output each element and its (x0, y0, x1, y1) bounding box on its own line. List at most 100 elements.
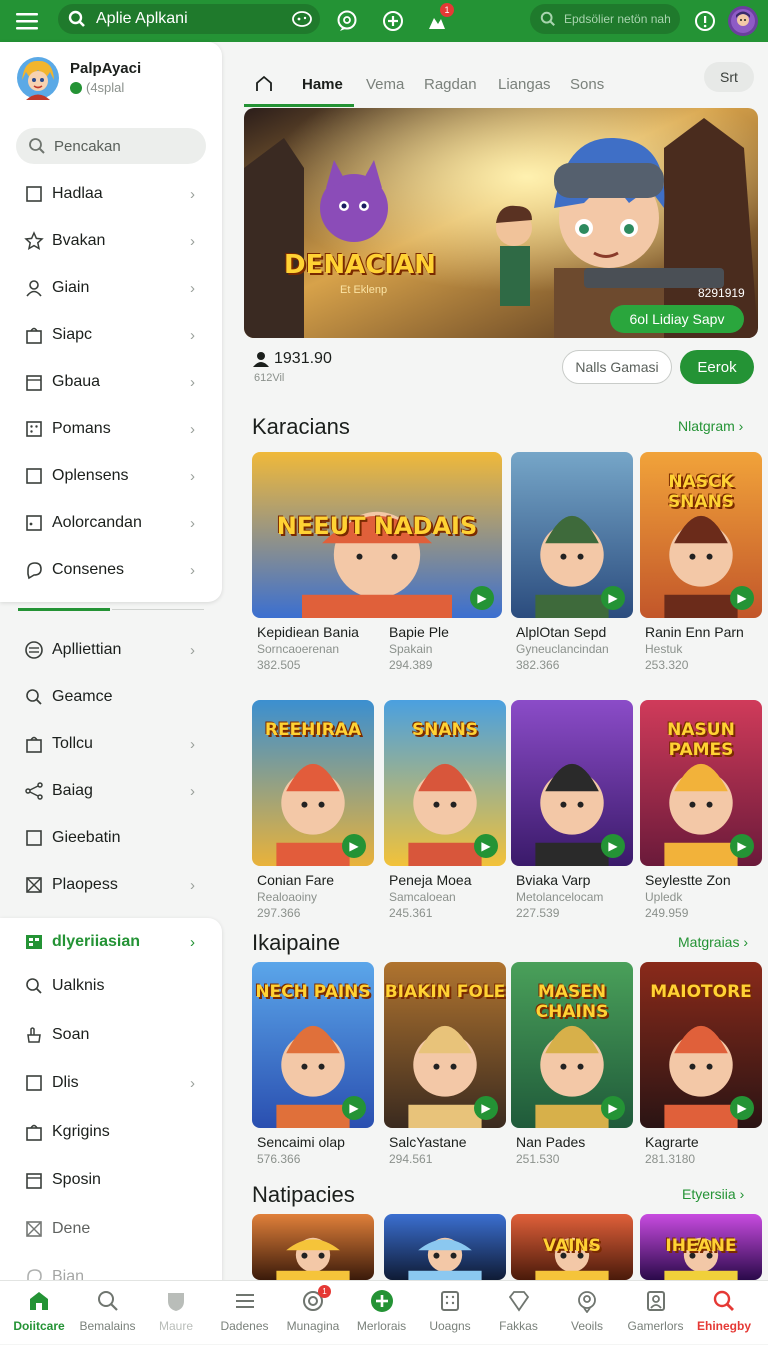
chevron-right-icon: › (190, 561, 195, 579)
sidebar-item-label: Gieebatin (52, 829, 121, 846)
play-icon[interactable]: ▶ (470, 586, 494, 610)
tab-ragdan[interactable]: Ragdan (424, 62, 477, 106)
primary-action-button[interactable]: Eerok (680, 350, 754, 384)
game-player-count: 281.3180 (645, 1152, 696, 1166)
bottom-nav-item[interactable]: Doiitcare (4, 1281, 74, 1345)
game-player-count: 297.366 (257, 906, 301, 920)
bottom-nav-item[interactable]: Merlorais (347, 1281, 417, 1345)
section-more-link[interactable]: Nlatgram › (678, 418, 743, 434)
game-art-title: REEHIRAA (264, 720, 362, 740)
secondary-action-button[interactable]: Nalls Gamasi (562, 350, 672, 384)
sidebar-item[interactable]: Siapc › (0, 313, 222, 357)
square-icon (24, 1073, 44, 1093)
secondary-search-input[interactable]: Epdsölier netön nah (530, 4, 680, 34)
game-genre: Spakain (389, 642, 433, 656)
game-player-count: 245.361 (389, 906, 433, 920)
sidebar-divider (112, 609, 204, 610)
tab-sons[interactable]: Sons (570, 62, 604, 106)
play-icon[interactable]: ▶ (601, 586, 625, 610)
players-icon (252, 351, 270, 367)
close-box-icon (24, 875, 44, 895)
hero-cta-button[interactable]: 6ol Lidiay Sapv (610, 305, 744, 333)
info-icon[interactable] (690, 6, 720, 36)
play-icon[interactable]: ▶ (474, 834, 498, 858)
play-icon[interactable]: ▶ (474, 1096, 498, 1120)
play-icon[interactable]: ▶ (342, 1096, 366, 1120)
sidebar-item[interactable]: Gbaua › (0, 360, 222, 404)
profile-status-text: (4splal (86, 80, 125, 95)
bottom-nav-item[interactable]: Dadenes (210, 1281, 280, 1345)
top-search-input[interactable]: Aplie Aplkani (58, 4, 320, 34)
sidebar-item-label: Plaopess (52, 876, 118, 893)
home-icon (27, 1289, 51, 1313)
sidebar-item[interactable]: Ualknis (0, 964, 222, 1008)
play-icon[interactable]: ▶ (730, 834, 754, 858)
sidebar-item[interactable]: Soan (0, 1013, 222, 1057)
sidebar-item[interactable]: Pomans › (0, 407, 222, 451)
section-title: Ikaipaine (252, 930, 341, 955)
bottom-nav-item[interactable]: Fakkas (484, 1281, 554, 1345)
sidebar-item[interactable]: Kgrigins (0, 1110, 222, 1154)
play-icon[interactable]: ▶ (342, 834, 366, 858)
home-icon[interactable] (254, 62, 274, 106)
sidebar-item-label: Aplliettian (52, 641, 122, 658)
gamepad-icon[interactable] (292, 10, 312, 28)
sidebar-item[interactable]: Geamce (0, 675, 222, 719)
bottom-nav-label: Uoagns (429, 1319, 471, 1333)
sidebar-item[interactable]: Hadlaa › (0, 172, 222, 216)
bottom-nav-item[interactable]: Munagina 1 (278, 1281, 348, 1345)
section-more-link[interactable]: Matgraias › (678, 934, 748, 950)
section-more-link[interactable]: Etyersiia › (682, 1186, 744, 1202)
sidebar-item[interactable]: Tollcu › (0, 722, 222, 766)
sidebar-item[interactable]: Baiag › (0, 769, 222, 813)
sidebar-item[interactable]: Plaopess › (0, 863, 222, 907)
sidebar-group-3-header[interactable]: dlyeriiasian › (0, 920, 222, 964)
sidebar-item[interactable]: Dlis › (0, 1061, 222, 1105)
bottom-nav-item[interactable]: Bemalains (73, 1281, 143, 1345)
play-icon[interactable]: ▶ (730, 1096, 754, 1120)
chevron-right-icon: › (190, 326, 195, 344)
sidebar-item[interactable]: Aplliettian › (0, 628, 222, 672)
sort-button[interactable]: Srt (704, 62, 754, 92)
sidebar-item-label: Giain (52, 279, 90, 296)
bottom-nav-item[interactable]: Uoagns (415, 1281, 485, 1345)
sidebar-item[interactable]: Gieebatin (0, 816, 222, 860)
play-icon[interactable]: ▶ (601, 834, 625, 858)
sidebar-search-input[interactable]: Pencakan (16, 128, 206, 164)
profile-avatar[interactable] (16, 56, 60, 100)
featured-banner[interactable]: DENACIAN Et Eklenp 8291919 6ol Lidiay Sa… (244, 108, 758, 338)
sidebar-item[interactable]: Giain › (0, 266, 222, 310)
section-title: Karacians (252, 414, 350, 439)
tab-vema[interactable]: Vema (366, 62, 404, 106)
chat-icon[interactable] (332, 6, 362, 36)
menu-icon[interactable] (12, 6, 42, 36)
play-icon[interactable]: ▶ (730, 586, 754, 610)
hand-icon (24, 1025, 44, 1045)
bottom-nav-label: Gamerlors (627, 1319, 684, 1333)
sidebar-item[interactable]: Bvakan › (0, 219, 222, 263)
secondary-search-placeholder: Epdsölier netön nah (564, 12, 671, 26)
sidebar-item[interactable]: Oplensens › (0, 454, 222, 498)
bottom-nav-item[interactable]: Gamerlors (621, 1281, 691, 1345)
bottom-nav-item[interactable]: Veoils (552, 1281, 622, 1345)
bottom-nav-item[interactable]: Ehinegby (689, 1281, 759, 1345)
sidebar-item[interactable]: Dene (0, 1207, 222, 1251)
sidebar-item-label: Baiag (52, 782, 93, 799)
sidebar-item[interactable]: Sposin (0, 1158, 222, 1202)
sidebar-item[interactable]: Aolorcandan › (0, 501, 222, 545)
sidebar-item[interactable]: Consenes › (0, 548, 222, 592)
game-name: Bapie Ple (389, 624, 449, 640)
game-player-count: 294.561 (389, 1152, 433, 1166)
chevron-right-icon: › (190, 735, 195, 753)
bottom-nav-item[interactable]: Maure (141, 1281, 211, 1345)
game-art-title: MASEN CHAINS (535, 982, 609, 1022)
diamond-icon (507, 1289, 531, 1313)
search-icon (96, 1289, 120, 1313)
add-icon[interactable] (378, 6, 408, 36)
tab-liangas[interactable]: Liangas (498, 62, 551, 106)
bottom-nav-label: Veoils (570, 1319, 604, 1333)
play-icon[interactable]: ▶ (601, 1096, 625, 1120)
section-more-text: Etyersiia (682, 1186, 736, 1202)
tab-home[interactable]: Hame (302, 62, 343, 106)
user-avatar[interactable] (728, 6, 758, 36)
